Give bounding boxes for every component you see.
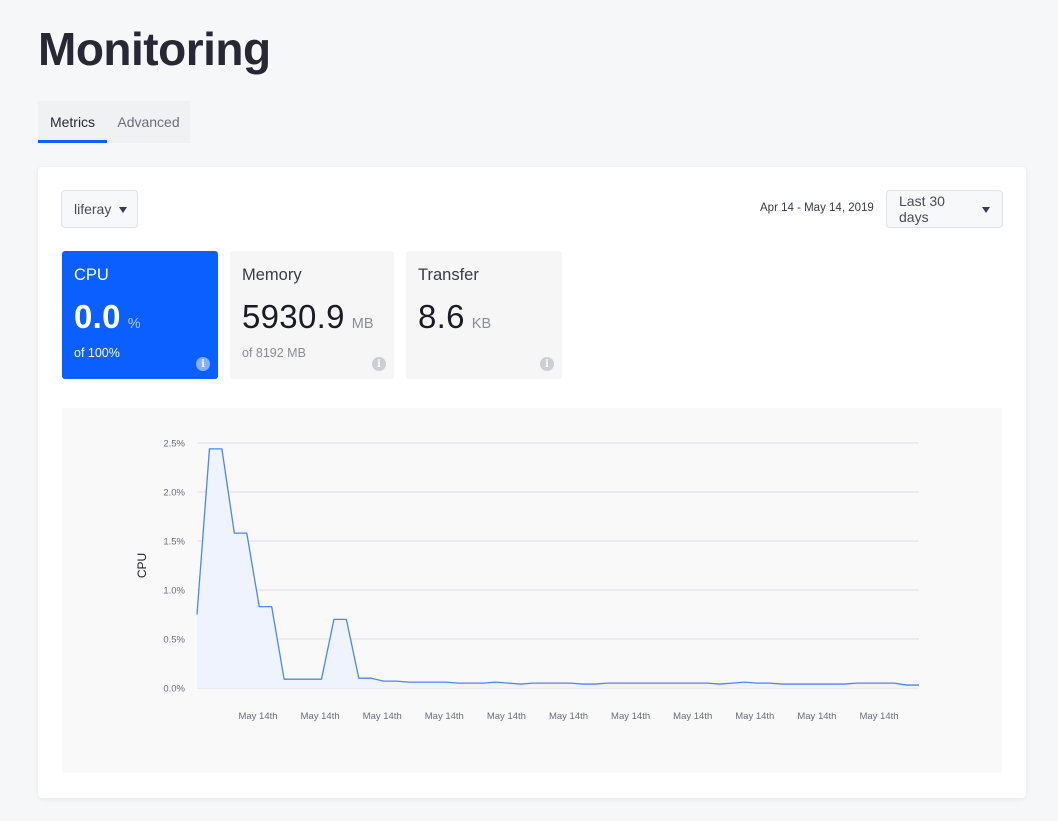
metric-memory[interactable]: Memory 5930.9 MB of 8192 MB i	[230, 251, 394, 379]
x-tick-label: May 14th	[797, 711, 836, 722]
x-tick-label: May 14th	[301, 711, 340, 722]
x-tick-label: May 14th	[859, 711, 898, 722]
y-tick-label: 2.0%	[163, 488, 185, 499]
x-tick-label: May 14th	[238, 711, 277, 722]
metric-number: 5930.9	[242, 298, 345, 335]
metric-cpu[interactable]: CPU 0.0 % of 100% i	[62, 251, 218, 379]
y-tick-label: 2.5%	[163, 439, 185, 450]
y-tick-label: 0.0%	[163, 684, 185, 695]
tab-advanced[interactable]: Advanced	[107, 101, 190, 143]
caret-down-icon	[982, 206, 990, 213]
x-tick-label: May 14th	[425, 711, 464, 722]
cpu-chart: 0.0% 0.5% 1.0% 1.5% 2.0% 2.5% May 14th May 14t…	[62, 408, 1002, 773]
metric-label: Transfer	[418, 266, 479, 284]
tab-bar: Metrics Advanced	[38, 101, 190, 143]
environment-dropdown[interactable]: liferay	[61, 190, 138, 228]
cpu-area	[197, 448, 919, 688]
x-tick-label: May 14th	[549, 711, 588, 722]
metric-value: 8.6 KB	[418, 298, 491, 336]
x-tick-label: May 14th	[487, 711, 526, 722]
metric-transfer[interactable]: Transfer 8.6 KB i	[406, 251, 562, 379]
y-tick-labels: 0.0% 0.5% 1.0% 1.5% 2.0% 2.5%	[163, 439, 185, 695]
metric-unit: %	[127, 316, 141, 332]
period-dropdown-label: Last 30 days	[899, 193, 945, 225]
info-icon[interactable]: i	[540, 357, 554, 371]
y-tick-label: 0.5%	[163, 635, 185, 646]
x-tick-labels: May 14th May 14th May 14th May 14th May 14th…	[238, 711, 898, 722]
metric-label: Memory	[242, 266, 302, 284]
x-tick-label: May 14th	[611, 711, 650, 722]
y-tick-label: 1.5%	[163, 537, 185, 548]
grid-lines	[197, 442, 919, 689]
date-range-text: Apr 14 - May 14, 2019	[760, 202, 874, 214]
metric-unit: MB	[351, 316, 374, 332]
environment-dropdown-label: liferay	[74, 201, 112, 217]
caret-down-icon	[119, 206, 128, 213]
data-points	[196, 448, 920, 686]
info-icon[interactable]: i	[196, 357, 210, 371]
metric-label: CPU	[74, 266, 109, 284]
metric-unit: KB	[471, 316, 492, 332]
x-tick-label: May 14th	[735, 711, 774, 722]
y-tick-label: 1.0%	[163, 586, 185, 597]
metric-subtext: of 8192 MB	[242, 346, 306, 360]
metric-value: 5930.9 MB	[242, 298, 373, 336]
x-tick-label: May 14th	[673, 711, 712, 722]
cpu-line	[196, 448, 919, 686]
metrics-card: liferay Apr 14 - May 14, 2019 Last 30 da…	[38, 167, 1026, 798]
info-icon[interactable]: i	[372, 357, 386, 371]
x-tick-label: May 14th	[363, 711, 402, 722]
cpu-chart-svg: 0.0%0.5%1.0%1.5%2.0%2.5% May 14th May 14t…	[135, 439, 920, 722]
metric-number: 8.6	[418, 298, 465, 335]
page-title: Monitoring	[38, 23, 271, 75]
period-dropdown[interactable]: Last 30 days	[886, 190, 1003, 228]
y-axis-title: CPU	[135, 553, 149, 578]
metric-number: 0.0	[74, 298, 121, 335]
metric-subtext: of 100%	[74, 346, 120, 360]
tab-metrics[interactable]: Metrics	[38, 101, 107, 143]
metric-value: 0.0 %	[74, 298, 141, 336]
